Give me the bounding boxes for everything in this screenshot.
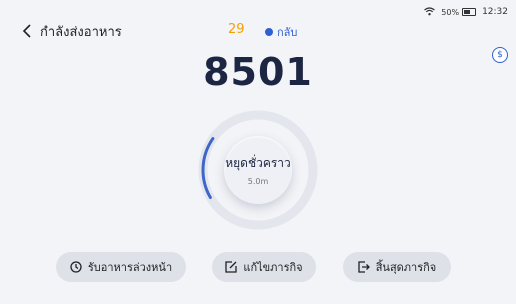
chevron-left-icon xyxy=(22,24,31,38)
header: กำลังส่งอาหาร 29 กลับ xyxy=(22,20,494,42)
return-label: กลับ xyxy=(277,26,298,39)
pause-button[interactable]: หยุดชั่วคราว 5.0m xyxy=(224,136,292,204)
wifi-icon xyxy=(424,6,436,18)
clock: 12:32 xyxy=(482,7,508,17)
return-button[interactable]: กลับ xyxy=(265,23,297,41)
main-counter: 8501 xyxy=(203,50,313,94)
edit-icon xyxy=(225,261,238,273)
end-task-button[interactable]: สิ้นสุดภารกิจ xyxy=(343,252,451,282)
edit-task-button[interactable]: แก้ไขภารกิจ xyxy=(212,252,316,282)
battery-percent: 50% xyxy=(441,7,460,17)
page-title: กำลังส่งอาหาร xyxy=(40,24,122,40)
pickup-early-button[interactable]: รับอาหารล่วงหน้า xyxy=(56,252,186,282)
battery-indicator: 50% xyxy=(441,7,477,17)
order-count: 29 xyxy=(228,22,245,37)
pause-dial[interactable]: หยุดชั่วคราว 5.0m xyxy=(196,108,320,232)
exit-icon xyxy=(358,261,370,273)
location-pin-icon xyxy=(265,28,273,36)
edit-task-label: แก้ไขภารกิจ xyxy=(243,261,303,274)
status-bar: 50% 12:32 xyxy=(424,6,508,18)
back-button[interactable]: กำลังส่งอาหาร xyxy=(22,20,122,42)
pause-label: หยุดชั่วคราว xyxy=(225,156,291,170)
end-task-label: สิ้นสุดภารกิจ xyxy=(375,261,437,274)
pickup-early-label: รับอาหารล่วงหน้า xyxy=(87,261,173,274)
pause-duration: 5.0m xyxy=(247,177,269,186)
timer-icon xyxy=(70,261,82,273)
battery-icon xyxy=(462,8,477,16)
